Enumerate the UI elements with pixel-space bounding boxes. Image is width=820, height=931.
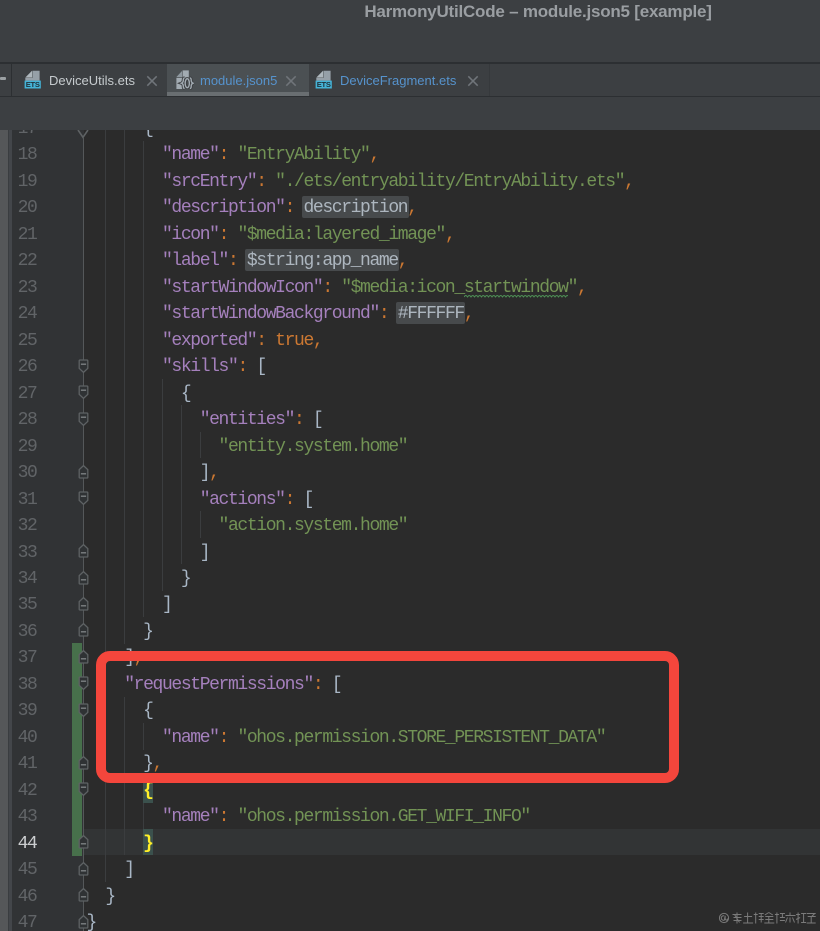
svg-text:ETS: ETS <box>317 80 331 89</box>
svg-text:ETS: ETS <box>26 80 40 89</box>
